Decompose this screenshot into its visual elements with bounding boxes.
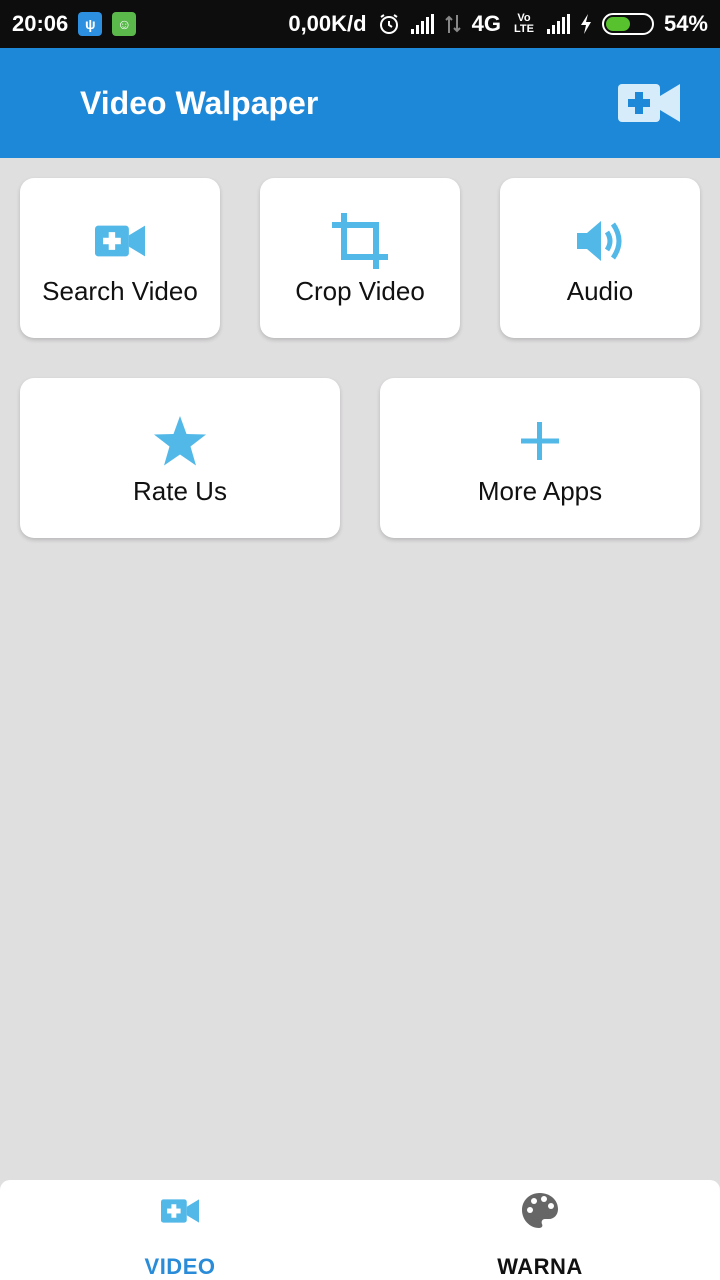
usb-icon: ψ [78, 12, 103, 36]
charging-icon [580, 14, 591, 34]
page-title: Video Walpaper [80, 84, 319, 121]
network-type: 4G [471, 11, 501, 36]
crop-video-label: Crop Video [295, 275, 425, 306]
rate-us-button[interactable]: Rate Us [20, 378, 340, 538]
plus-icon [521, 421, 559, 460]
rate-us-label: Rate Us [133, 475, 227, 506]
battery-percent: 54% [663, 11, 708, 36]
search-video-button[interactable]: Search Video [20, 178, 220, 338]
app-bar: Video Walpaper [0, 48, 720, 158]
crop-icon [332, 212, 388, 269]
audio-button[interactable]: Audio [500, 178, 700, 338]
tab-warna-label: WARNA [497, 1254, 583, 1279]
tab-warna[interactable]: WARNA [360, 1180, 720, 1280]
more-apps-button[interactable]: More Apps [380, 378, 700, 538]
crop-video-button[interactable]: Crop Video [260, 178, 460, 338]
signal-icon-2 [546, 14, 570, 34]
tab-video[interactable]: VIDEO [0, 1180, 360, 1280]
tab-video-label: VIDEO [144, 1254, 216, 1279]
volume-icon [577, 220, 622, 261]
audio-label: Audio [566, 275, 634, 306]
android-notification-icon: ☺ [112, 12, 137, 36]
data-transfer-icon [444, 15, 461, 33]
add-video-icon[interactable] [618, 82, 680, 124]
battery-icon [601, 13, 654, 35]
video-camera-plus-icon [161, 1199, 199, 1223]
more-apps-label: More Apps [477, 475, 603, 506]
search-video-label: Search Video [42, 275, 198, 306]
signal-icon [410, 14, 434, 34]
bottom-navigation: VIDEO WARNA [0, 1180, 720, 1280]
palette-icon [522, 1193, 558, 1228]
network-speed: 0,00K/d [288, 11, 367, 36]
alarm-icon [379, 14, 398, 34]
status-bar: 20:06 ψ ☺ 0,00K/d 4G Vo LTE 54% [0, 0, 720, 48]
volte-icon: Vo LTE [513, 12, 534, 35]
video-camera-plus-icon [95, 225, 145, 256]
status-time: 20:06 [12, 11, 69, 36]
star-icon [154, 415, 206, 465]
